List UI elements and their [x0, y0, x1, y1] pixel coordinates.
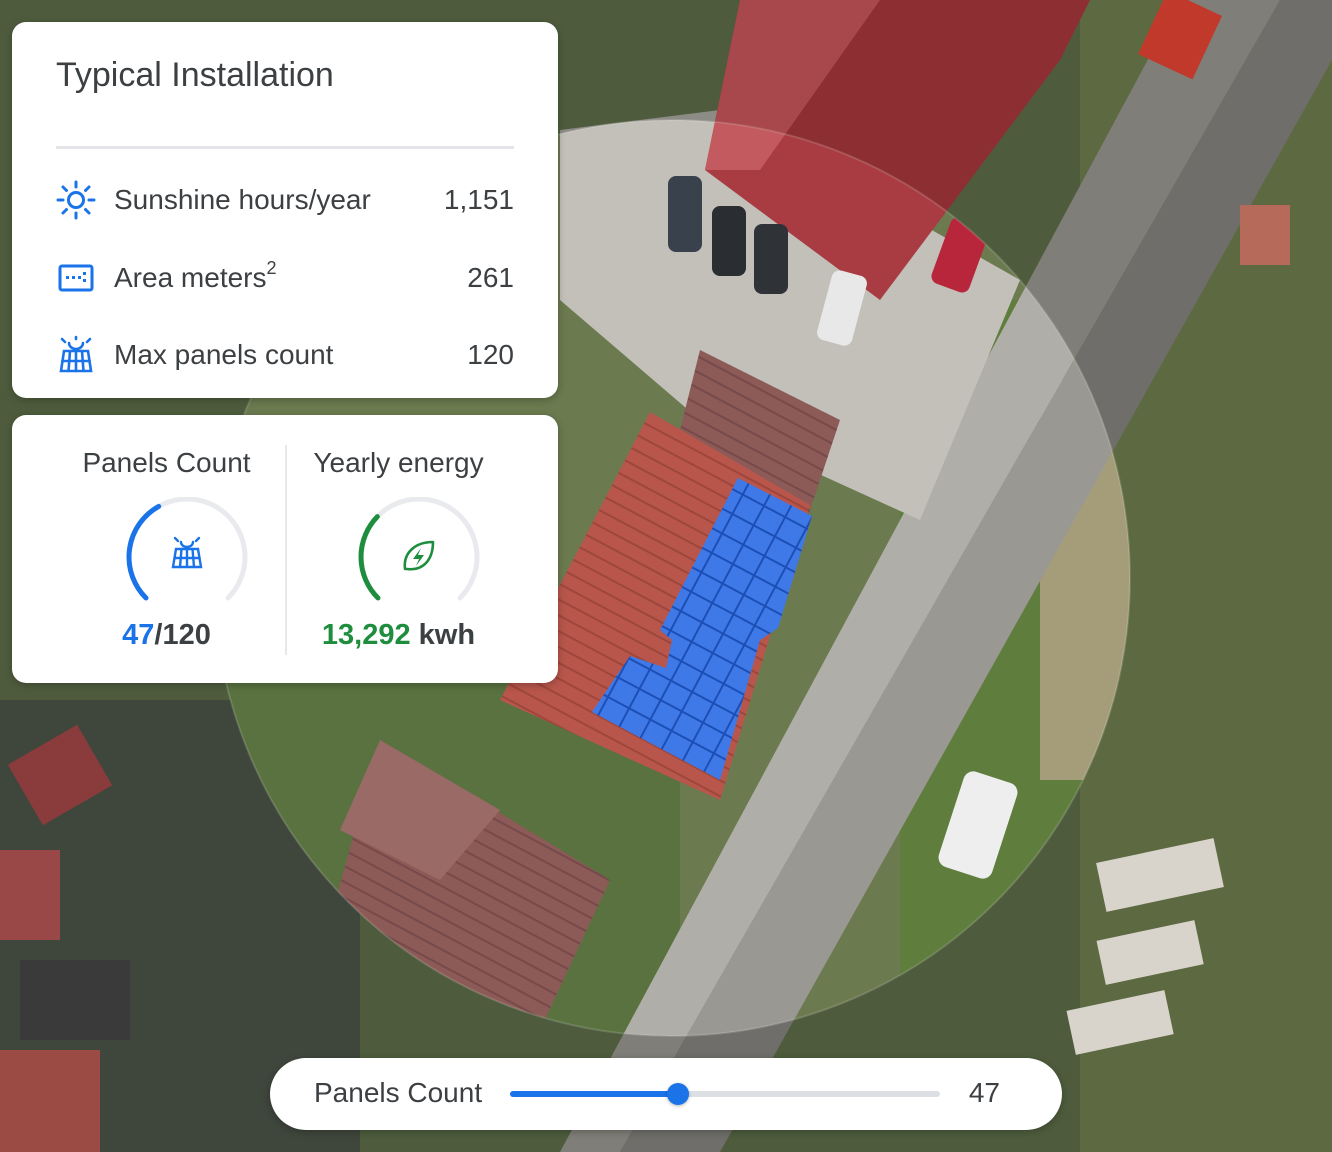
- max-panels-value: 120: [467, 339, 514, 370]
- card-title: Typical Installation: [56, 56, 334, 94]
- area-label-superscript: 2: [266, 258, 277, 278]
- yearly-energy-stat: Yearly energy 13,292 kwh: [262, 415, 535, 683]
- panels-count-total: /120: [154, 619, 211, 651]
- solar-panel-icon: [171, 536, 203, 569]
- yearly-energy-current: 13,292: [321, 619, 411, 651]
- solar-panel-icon: [59, 335, 93, 373]
- sunshine-hours-value: 1,151: [443, 184, 514, 215]
- max-panels-row: Max panels count 120: [56, 333, 514, 377]
- area-label-text: Area meters: [114, 262, 267, 293]
- divider: [56, 146, 514, 149]
- yearly-energy-title: Yearly energy: [313, 447, 484, 478]
- typical-installation-card: Typical Installation Sunshine hours/year…: [12, 22, 558, 398]
- yearly-energy-gauge: [358, 497, 480, 601]
- panels-count-slider-card: Panels Count 47: [270, 1058, 1062, 1130]
- sunshine-hours-label: Sunshine hours/year: [114, 184, 371, 215]
- eco-bolt-icon: [403, 540, 435, 571]
- sun-icon: [56, 180, 96, 220]
- area-value: 261: [467, 262, 514, 293]
- area-label: Area meters2: [114, 258, 277, 294]
- panels-count-slider-thumb[interactable]: [667, 1083, 690, 1105]
- yearly-energy-unit: kwh: [410, 619, 476, 651]
- area-row: Area meters2 261: [56, 256, 514, 300]
- max-panels-label: Max panels count: [114, 339, 334, 370]
- slider-value: 47: [968, 1077, 1000, 1108]
- area-icon: [58, 264, 94, 292]
- sunshine-hours-row: Sunshine hours/year 1,151: [56, 178, 514, 222]
- panels-count-slider-fill: [510, 1091, 679, 1097]
- panels-count-slider-track[interactable]: [510, 1083, 940, 1105]
- panels-count-gauge: [126, 497, 248, 601]
- slider-label: Panels Count: [314, 1077, 483, 1108]
- panels-count-current: 47: [122, 619, 155, 651]
- yearly-energy-value: 13,292 kwh: [262, 619, 535, 652]
- stats-card: Panels Count 47/120 Yearly energy 13,292…: [12, 415, 558, 683]
